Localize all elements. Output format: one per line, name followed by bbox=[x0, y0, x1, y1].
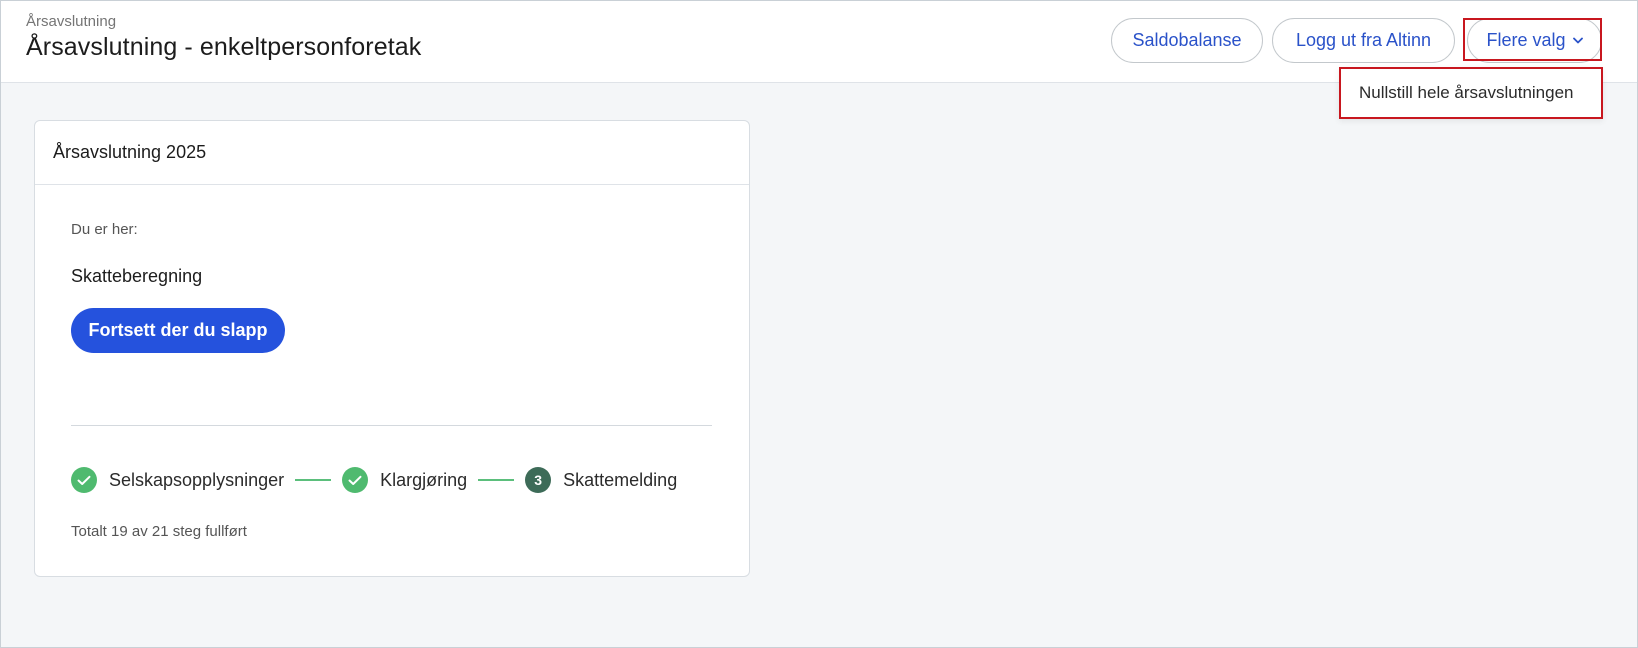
check-icon bbox=[342, 467, 369, 493]
year-end-card: Årsavslutning 2025 Du er her: Skattebere… bbox=[34, 120, 750, 577]
step-label: Klargjøring bbox=[380, 469, 468, 490]
step-klargjoring: Klargjøring bbox=[342, 467, 467, 493]
step-label: Skattemelding bbox=[563, 469, 678, 490]
current-step-name: Skatteberegning bbox=[71, 266, 203, 286]
breadcrumb[interactable]: Årsavslutning bbox=[26, 13, 116, 30]
page-title: Årsavslutning - enkeltpersonforetak bbox=[26, 33, 422, 61]
logout-altinn-button[interactable]: Logg ut fra Altinn bbox=[1272, 18, 1455, 63]
step-connector bbox=[478, 479, 515, 481]
progress-summary: Totalt 19 av 21 steg fullført bbox=[71, 523, 247, 540]
continue-button[interactable]: Fortsett der du slapp bbox=[71, 308, 285, 353]
saldobalanse-button[interactable]: Saldobalanse bbox=[1111, 18, 1263, 63]
step-label: Selskapsopplysninger bbox=[109, 469, 285, 490]
card-divider bbox=[71, 425, 712, 426]
more-options-highlight bbox=[1463, 18, 1602, 61]
check-icon bbox=[71, 467, 97, 493]
step-selskapsopplysninger: Selskapsopplysninger bbox=[71, 467, 284, 493]
progress-stepper: Selskapsopplysninger Klargjøring 3 Skatt… bbox=[71, 467, 677, 493]
card-title: Årsavslutning 2025 bbox=[35, 121, 749, 185]
you-are-here-label: Du er her: bbox=[71, 221, 138, 238]
step-connector bbox=[295, 479, 332, 481]
step-skattemelding: 3 Skattemelding bbox=[525, 467, 677, 493]
step-number-badge: 3 bbox=[525, 467, 552, 493]
dropdown-item-reset[interactable]: Nullstill hele årsavslutningen bbox=[1339, 67, 1603, 119]
